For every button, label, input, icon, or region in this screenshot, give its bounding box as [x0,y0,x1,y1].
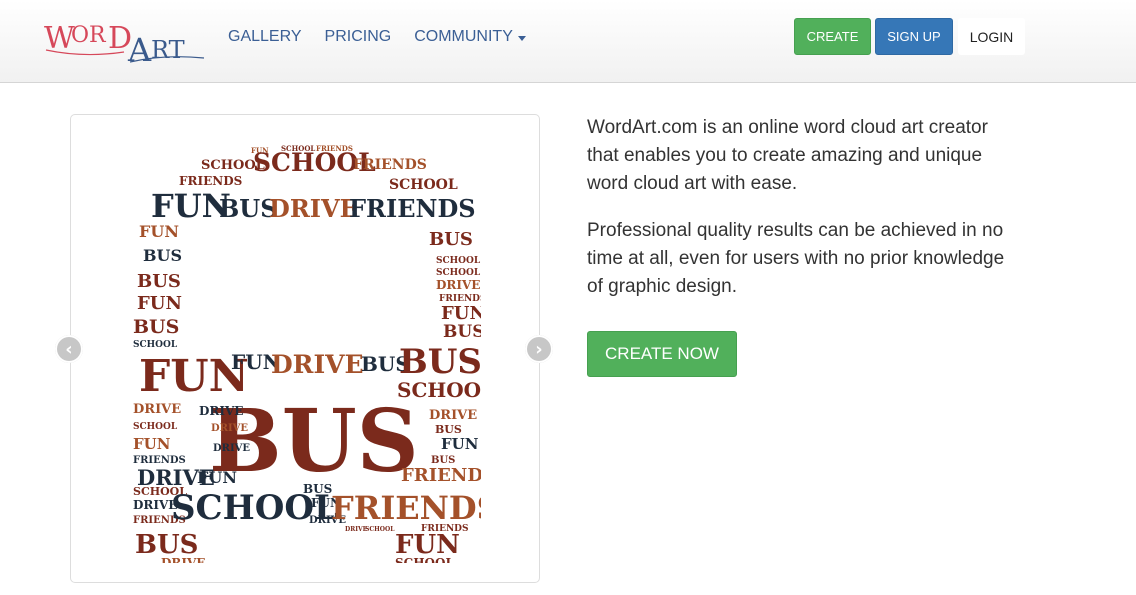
wordart-logo[interactable]: W OR D A RT [44,14,206,64]
svg-text:DRIVE: DRIVE [436,278,480,292]
svg-text:SCHOOL: SCHOOL [133,340,178,350]
nav-community-label: COMMUNITY [414,28,513,45]
intro-paragraph-2: Professional quality results can be achi… [587,220,1005,297]
login-button[interactable]: LOGIN [958,18,1025,55]
svg-text:SCHOOL: SCHOOL [365,526,395,533]
caret-down-icon [517,35,526,41]
navbar: W OR D A RT GALLERY PRICING COMMUNITY CR… [0,0,1136,83]
svg-text:DRIVE: DRIVE [429,408,477,423]
svg-text:DRIVE: DRIVE [211,423,248,434]
nav-pricing[interactable]: PRICING [325,27,392,47]
create-now-button[interactable]: CREATE NOW [587,331,737,377]
svg-text:FRIENDS: FRIENDS [349,194,476,223]
svg-text:DRIVE: DRIVE [161,556,205,563]
svg-text:DRIVE: DRIVE [271,350,364,379]
svg-text:RT: RT [151,36,185,64]
svg-text:FUN: FUN [441,303,481,324]
svg-text:FUN: FUN [133,435,171,453]
bus-word-cloud-image: FUN SCHOOL FRIENDS SCHOOL SCHOOL FRIENDS… [133,144,481,563]
chevron-right-icon: › [535,338,543,360]
svg-text:SCHOOL: SCHOOL [436,268,481,278]
svg-text:DRIVE: DRIVE [269,194,358,223]
nav-community[interactable]: COMMUNITY [414,27,526,47]
svg-text:FRIENDS: FRIENDS [401,465,481,486]
svg-text:SCHOOL: SCHOOL [133,422,178,432]
create-button[interactable]: CREATE [794,18,871,55]
svg-text:FRIENDS: FRIENDS [331,489,481,527]
svg-text:BUS: BUS [133,316,179,338]
intro-paragraph-1: WordArt.com is an online word cloud art … [587,117,988,194]
svg-text:BUS: BUS [303,482,332,496]
svg-text:DRIVE: DRIVE [199,404,243,418]
svg-text:DRIVE: DRIVE [213,443,250,454]
carousel: FUN SCHOOL FRIENDS SCHOOL SCHOOL FRIENDS… [70,114,540,583]
svg-text:FUN: FUN [441,435,479,453]
svg-text:SCHOOL: SCHOOL [395,556,454,563]
svg-text:DRIVE: DRIVE [133,402,181,417]
svg-text:SCHOOL: SCHOOL [389,177,458,193]
carousel-next-button[interactable]: › [525,335,553,363]
nav-gallery[interactable]: GALLERY [228,27,302,47]
main-nav: GALLERY PRICING COMMUNITY [228,27,549,47]
svg-text:OR: OR [71,23,107,48]
svg-text:BUS: BUS [137,271,181,292]
svg-text:BUS: BUS [443,322,481,342]
svg-text:BUS: BUS [429,229,473,250]
svg-text:SCHOOL: SCHOOL [436,256,481,266]
svg-text:BUS: BUS [143,246,182,265]
svg-text:BUS: BUS [399,342,481,382]
sign-up-button[interactable]: SIGN UP [875,18,953,55]
svg-text:FRIENDS: FRIENDS [179,174,242,188]
carousel-prev-button[interactable]: ‹ [55,335,83,363]
svg-text:FUN: FUN [197,468,237,487]
svg-text:FUN: FUN [137,293,182,314]
svg-text:FUN: FUN [139,222,179,241]
chevron-left-icon: ‹ [65,338,73,360]
svg-text:FRIENDS: FRIENDS [353,157,427,173]
